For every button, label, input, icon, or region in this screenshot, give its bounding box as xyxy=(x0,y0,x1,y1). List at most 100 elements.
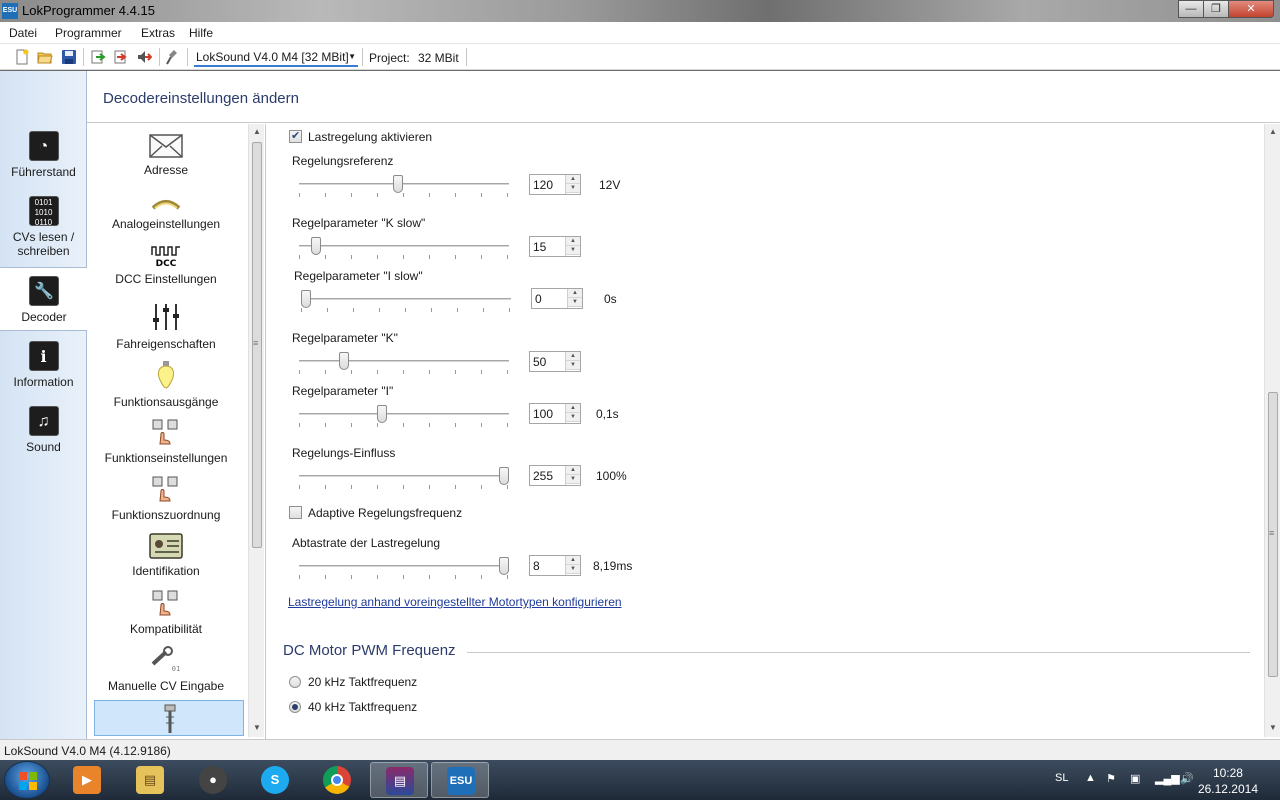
function-keys-icon xyxy=(152,419,178,445)
spin-down-icon[interactable]: ▼ xyxy=(566,565,580,574)
taskbar-chrome[interactable] xyxy=(308,762,366,798)
pwm-20khz-radio[interactable] xyxy=(289,676,301,688)
nav-information[interactable]: i Information xyxy=(0,341,87,389)
sample-rate-spinbox[interactable]: 8 ▲ ▼ xyxy=(529,555,581,576)
language-indicator[interactable]: SL xyxy=(1055,772,1068,784)
show-hidden-icons-icon[interactable]: ▲ xyxy=(1085,772,1096,784)
load-control-checkbox[interactable] xyxy=(289,129,302,143)
param-spinbox[interactable]: 100 ▲ ▼ xyxy=(529,403,581,424)
category-fahreigenschaften[interactable]: Fahreigenschaften xyxy=(87,302,245,351)
param-slider[interactable] xyxy=(299,352,509,378)
action-center-flag-icon[interactable]: ⚑ xyxy=(1106,772,1116,785)
taskbar-app[interactable]: ● xyxy=(184,762,242,798)
minimize-button[interactable]: — xyxy=(1178,0,1204,18)
category-analog[interactable]: Analogeinstellungen xyxy=(87,196,245,231)
start-button[interactable] xyxy=(4,761,50,799)
category-identifikation[interactable]: Identifikation xyxy=(87,533,245,578)
category-manuelle-cv[interactable]: 01 Manuelle CV Eingabe xyxy=(87,646,245,693)
slider-thumb[interactable] xyxy=(393,175,403,193)
pwm-40khz-radio[interactable] xyxy=(289,701,301,713)
volume-icon[interactable]: 🔊 xyxy=(1180,772,1194,785)
spin-down-icon[interactable]: ▼ xyxy=(566,475,580,484)
category-kompatibilitaet[interactable]: Kompatibilität xyxy=(87,589,245,636)
taskbar-skype[interactable]: S xyxy=(246,762,304,798)
taskbar-winrar[interactable]: ▤ xyxy=(370,762,428,798)
slider-thumb[interactable] xyxy=(311,237,321,255)
category-scrollbar[interactable]: ▲ ≡ ▼ xyxy=(248,124,264,737)
scroll-down-icon[interactable]: ▼ xyxy=(249,721,265,735)
settings-scrollbar[interactable]: ▲ ≡ ▼ xyxy=(1264,124,1280,737)
maximize-button[interactable]: ❐ xyxy=(1203,0,1229,18)
slider-thumb[interactable] xyxy=(339,352,349,370)
taskbar-explorer[interactable]: ▤ xyxy=(121,762,179,798)
sample-rate-slider[interactable] xyxy=(299,557,509,583)
slider-thumb[interactable] xyxy=(499,467,509,485)
decoder-select[interactable]: LokSound V4.0 M4 [32 MBit] ▼ xyxy=(194,48,358,67)
sample-rate-unit: 8,19ms xyxy=(593,559,633,573)
scroll-up-icon[interactable]: ▲ xyxy=(249,125,265,139)
decoder-select-value: LokSound V4.0 M4 [32 MBit] xyxy=(196,50,349,64)
spin-down-icon[interactable]: ▼ xyxy=(566,246,580,255)
category-dcc[interactable]: DCC DCC Einstellungen xyxy=(87,245,245,286)
param-slider[interactable] xyxy=(299,237,509,263)
category-funktionsausgaenge[interactable]: Funktionsausgänge xyxy=(87,360,245,409)
read-decoder-icon[interactable] xyxy=(90,49,106,65)
param-spinbox[interactable]: 15 ▲ ▼ xyxy=(529,236,581,257)
param-spinbox[interactable]: 255 ▲ ▼ xyxy=(529,465,581,486)
nav-cvs[interactable]: 0101 1010 0110 CVs lesen / schreiben xyxy=(0,196,87,258)
nav-decoder[interactable]: 🔧 Decoder xyxy=(0,267,88,331)
spin-down-icon[interactable]: ▼ xyxy=(566,184,580,193)
spin-up-icon[interactable]: ▲ xyxy=(568,289,582,298)
menu-programmer[interactable]: Programmer xyxy=(55,26,122,40)
spin-down-icon[interactable]: ▼ xyxy=(566,413,580,422)
category-adresse[interactable]: Adresse xyxy=(87,134,245,177)
param-slider[interactable] xyxy=(301,290,511,316)
category-label: Identifikation xyxy=(132,564,200,578)
scroll-down-icon[interactable]: ▼ xyxy=(1265,721,1280,735)
save-icon[interactable] xyxy=(61,49,77,65)
param-value: 50 xyxy=(533,355,547,369)
spin-up-icon[interactable]: ▲ xyxy=(566,404,580,413)
network-signal-icon[interactable]: ▂▄▆ xyxy=(1155,772,1180,785)
spin-up-icon[interactable]: ▲ xyxy=(566,466,580,475)
nav-sound[interactable]: ♫ Sound xyxy=(0,406,87,454)
chrome-icon xyxy=(323,766,351,794)
menu-hilfe[interactable]: Hilfe xyxy=(189,26,213,40)
category-funktionseinstellungen[interactable]: Funktionseinstellungen xyxy=(87,418,245,465)
menu-datei[interactable]: Datei xyxy=(9,26,37,40)
category-label: Manuelle CV Eingabe xyxy=(107,679,225,693)
category-motor-selected[interactable] xyxy=(94,700,244,736)
param-slider[interactable] xyxy=(299,175,509,201)
settings-tool-icon[interactable] xyxy=(165,49,181,65)
write-decoder-icon[interactable] xyxy=(113,49,129,65)
spin-up-icon[interactable]: ▲ xyxy=(566,352,580,361)
param-spinbox[interactable]: 120 ▲ ▼ xyxy=(529,174,581,195)
spin-down-icon[interactable]: ▼ xyxy=(566,361,580,370)
close-button[interactable]: ✕ xyxy=(1228,0,1274,18)
scroll-up-icon[interactable]: ▲ xyxy=(1265,125,1280,139)
category-funktionszuordnung[interactable]: Funktionszuordnung xyxy=(87,475,245,522)
open-folder-icon[interactable] xyxy=(37,49,53,65)
param-slider[interactable] xyxy=(299,405,509,431)
wrench-icon: 🔧 xyxy=(29,276,59,306)
adaptive-frequency-checkbox[interactable] xyxy=(289,506,302,519)
param-spinbox[interactable]: 50 ▲ ▼ xyxy=(529,351,581,372)
spin-up-icon[interactable]: ▲ xyxy=(566,237,580,246)
slider-thumb[interactable] xyxy=(301,290,311,308)
param-slider[interactable] xyxy=(299,467,509,493)
write-sound-icon[interactable] xyxy=(136,49,152,65)
param-spinbox[interactable]: 0 ▲ ▼ xyxy=(531,288,583,309)
spin-up-icon[interactable]: ▲ xyxy=(566,556,580,565)
spin-down-icon[interactable]: ▼ xyxy=(568,298,582,307)
taskbar-media-player[interactable]: ▶ xyxy=(58,762,116,798)
spin-up-icon[interactable]: ▲ xyxy=(566,175,580,184)
device-icon[interactable]: ▣ xyxy=(1130,772,1140,785)
menu-extras[interactable]: Extras xyxy=(141,26,175,40)
system-clock[interactable]: 10:28 26.12.2014 xyxy=(1198,765,1258,797)
new-file-icon[interactable] xyxy=(14,49,30,65)
slider-thumb[interactable] xyxy=(499,557,509,575)
slider-thumb[interactable] xyxy=(377,405,387,423)
taskbar-lokprogrammer[interactable]: ESU xyxy=(431,762,489,798)
motor-type-config-link[interactable]: Lastregelung anhand voreingestellter Mot… xyxy=(288,595,622,609)
nav-fuehrerstand[interactable]: ◔ Führerstand xyxy=(0,131,87,179)
